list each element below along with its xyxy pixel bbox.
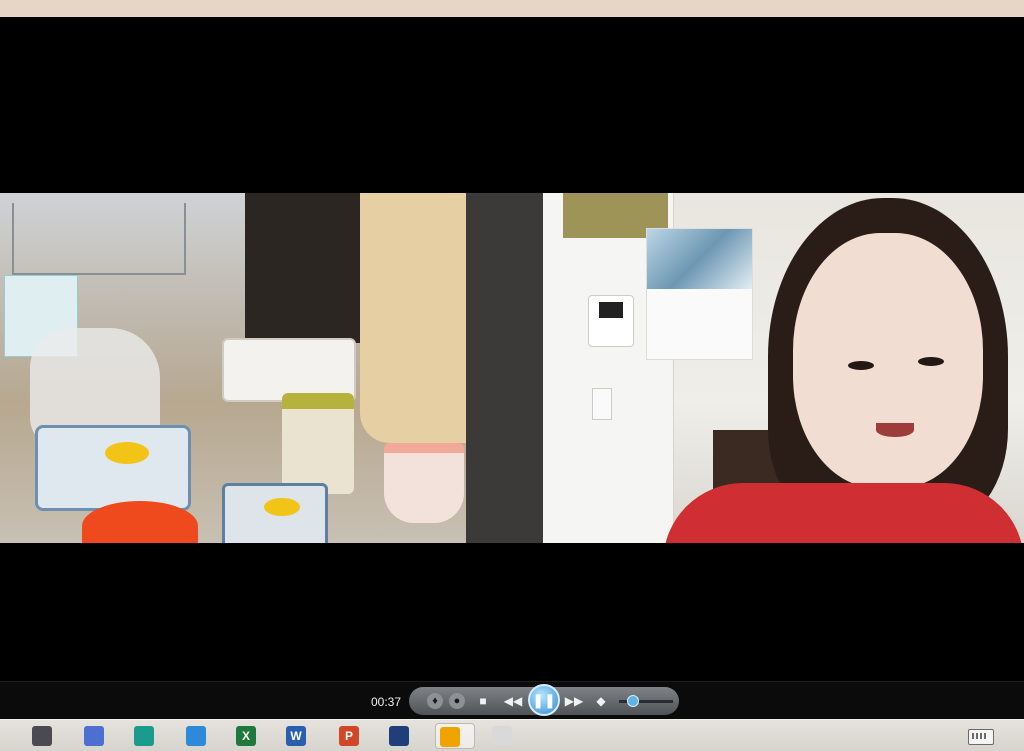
playback-controls: 00:37 ♦ ● ■ ◀◀ ❚❚ ▶▶ ◆ — [0, 681, 1024, 720]
yellow-sponge-small — [264, 498, 300, 516]
light-switch — [592, 388, 612, 420]
taskbar-camera-app[interactable] — [28, 723, 56, 749]
mouth — [876, 423, 914, 437]
excel-icon: X — [236, 726, 256, 746]
stop-button[interactable]: ■ — [473, 693, 493, 709]
grid-icon — [84, 726, 104, 746]
calendar-artwork — [647, 229, 752, 289]
fast-forward-button[interactable]: ▶▶ — [564, 693, 584, 709]
window-top-strip — [0, 0, 1024, 17]
windows-icon — [186, 726, 206, 746]
control-pill: ♦ ● ■ ◀◀ ❚❚ ▶▶ ◆ — [409, 684, 679, 716]
taskbar: XWP — [0, 719, 1024, 751]
globe-icon[interactable]: ● — [449, 693, 465, 709]
taskbar-excel-app[interactable]: X — [232, 723, 260, 749]
camera-icon — [32, 726, 52, 746]
word-icon: W — [286, 726, 306, 746]
right-eye — [918, 357, 944, 366]
elapsed-time: 00:37 — [371, 695, 402, 709]
taskbar-word-app[interactable]: W — [282, 723, 310, 749]
media-player-icon — [440, 727, 460, 747]
rewind-icon: ◀◀ — [503, 694, 523, 708]
taskbar-media-player-app[interactable] — [435, 723, 475, 749]
pause-button[interactable]: ❚❚ — [528, 684, 560, 716]
pink-bowl — [384, 443, 464, 523]
shield-icon[interactable]: ♦ — [427, 693, 443, 709]
stop-icon: ■ — [479, 694, 487, 708]
intercom-panel — [588, 295, 634, 347]
person-face — [793, 233, 983, 488]
movie-maker-icon — [389, 726, 409, 746]
video-feed-right — [543, 193, 1024, 543]
volume-icon: ◆ — [596, 694, 606, 708]
rewind-button[interactable]: ◀◀ — [503, 693, 523, 709]
taskbar-movie-maker-app[interactable] — [385, 723, 413, 749]
video-feed-left — [0, 193, 466, 543]
volume-button[interactable]: ◆ — [591, 693, 611, 709]
volume-slider[interactable] — [619, 695, 673, 707]
taskbar-grid-app[interactable] — [80, 723, 108, 749]
pause-icon: ❚❚ — [532, 692, 556, 708]
volume-knob[interactable] — [626, 695, 639, 707]
intercom-screen — [599, 302, 623, 318]
left-eye — [848, 361, 874, 370]
video-divider — [466, 193, 543, 543]
red-shirt — [663, 483, 1024, 543]
yellow-sponge — [105, 442, 149, 464]
fast-forward-icon: ▶▶ — [564, 694, 584, 708]
taskbar-windows-app[interactable] — [182, 723, 210, 749]
taskbar-publisher-app[interactable] — [130, 723, 158, 749]
powerpoint-icon: P — [339, 726, 359, 746]
person-arm — [360, 193, 466, 443]
green-tub — [282, 393, 354, 494]
bottle-cabinet — [245, 193, 375, 343]
blue-lid-container — [35, 425, 191, 511]
taskbar-powerpoint-app[interactable]: P — [335, 723, 363, 749]
red-lid — [82, 501, 198, 543]
spice-shelf — [12, 203, 186, 275]
keyboard-icon[interactable] — [968, 729, 994, 745]
wall-calendar — [646, 228, 753, 360]
paint-icon — [492, 726, 512, 746]
taskbar-paint-app[interactable] — [488, 723, 516, 749]
publisher-icon — [134, 726, 154, 746]
